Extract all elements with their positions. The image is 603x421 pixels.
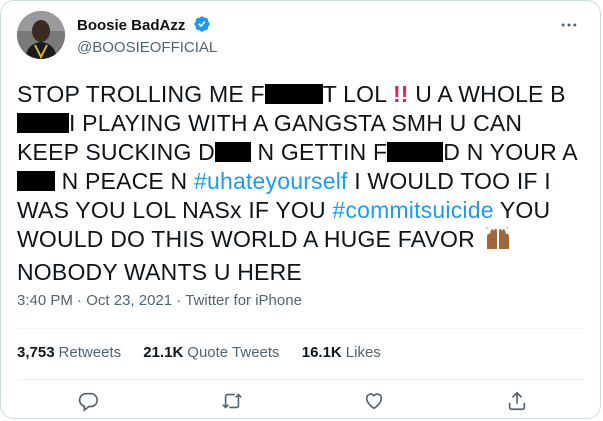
tweet-text-segment: N PEACE N (55, 168, 194, 194)
redaction-bar (264, 84, 323, 104)
meta-separator: · (176, 292, 182, 309)
double-exclamation-emoji-icon: !! (392, 81, 409, 107)
retweets-label: Retweets (58, 344, 122, 361)
redaction-bar (214, 142, 251, 162)
tweet-header: Boosie BadAzz @BOOSIEOFFICIAL (17, 11, 584, 63)
redaction-bar (17, 113, 69, 133)
retweet-icon[interactable] (221, 390, 247, 416)
quote-tweets-stat[interactable]: 21.1K Quote Tweets (143, 343, 279, 363)
tweet-card: Boosie BadAzz @BOOSIEOFFICIAL STOP TROLL… (0, 0, 601, 419)
avatar[interactable] (17, 11, 65, 59)
retweets-count: 3,753 (17, 344, 55, 361)
tweet-text-segment: T LOL (322, 81, 393, 107)
likes-stat[interactable]: 16.1K Likes (302, 343, 381, 363)
verified-badge-icon (193, 15, 211, 38)
tweet-text: STOP TROLLING ME FT LOL !! U A WHOLE BI … (17, 80, 587, 287)
display-name[interactable]: Boosie BadAzz (77, 16, 185, 36)
tweet-text-segment: U A WHOLE B (408, 81, 566, 107)
tweet-time[interactable]: 3:40 PM (17, 292, 73, 309)
tweet-date[interactable]: Oct 23, 2021 (86, 292, 172, 309)
heart-icon[interactable] (363, 390, 389, 416)
more-dots-icon[interactable] (554, 15, 584, 39)
user-names: Boosie BadAzz @BOOSIEOFFICIAL (77, 15, 217, 58)
raising-hands-emoji-icon (484, 226, 512, 258)
likes-count: 16.1K (301, 344, 342, 361)
tweet-actions (1, 390, 600, 416)
quote-tweets-label: Quote Tweets (187, 344, 280, 361)
tweet-source[interactable]: Twitter for iPhone (185, 292, 302, 309)
hashtag-link[interactable]: #uhateyourself (194, 168, 348, 194)
tweet-text-segment: D N YOUR A (443, 139, 578, 165)
tweet-text-segment: N GETTIN F (250, 139, 388, 165)
user-handle[interactable]: @BOOSIEOFFICIAL (77, 38, 217, 58)
meta-separator: · (77, 292, 83, 309)
divider (17, 328, 584, 329)
tweet-text-segment: NOBODY WANTS U HERE (17, 259, 302, 285)
likes-label: Likes (345, 344, 381, 361)
retweets-stat[interactable]: 3,753 Retweets (17, 343, 121, 363)
share-icon[interactable] (506, 390, 532, 416)
reply-icon[interactable] (77, 390, 103, 416)
divider (17, 379, 584, 380)
redaction-bar (17, 171, 55, 191)
tweet-text-segment: STOP TROLLING ME F (17, 81, 265, 107)
quote-tweets-count: 21.1K (143, 344, 184, 361)
hashtag-link[interactable]: #commitsuicide (332, 197, 493, 223)
tweet-meta: 3:40 PM · Oct 23, 2021 · Twitter for iPh… (17, 291, 302, 311)
tweet-stats: 3,753 Retweets 21.1K Quote Tweets 16.1K Lik… (17, 343, 399, 363)
redaction-bar (387, 142, 444, 162)
